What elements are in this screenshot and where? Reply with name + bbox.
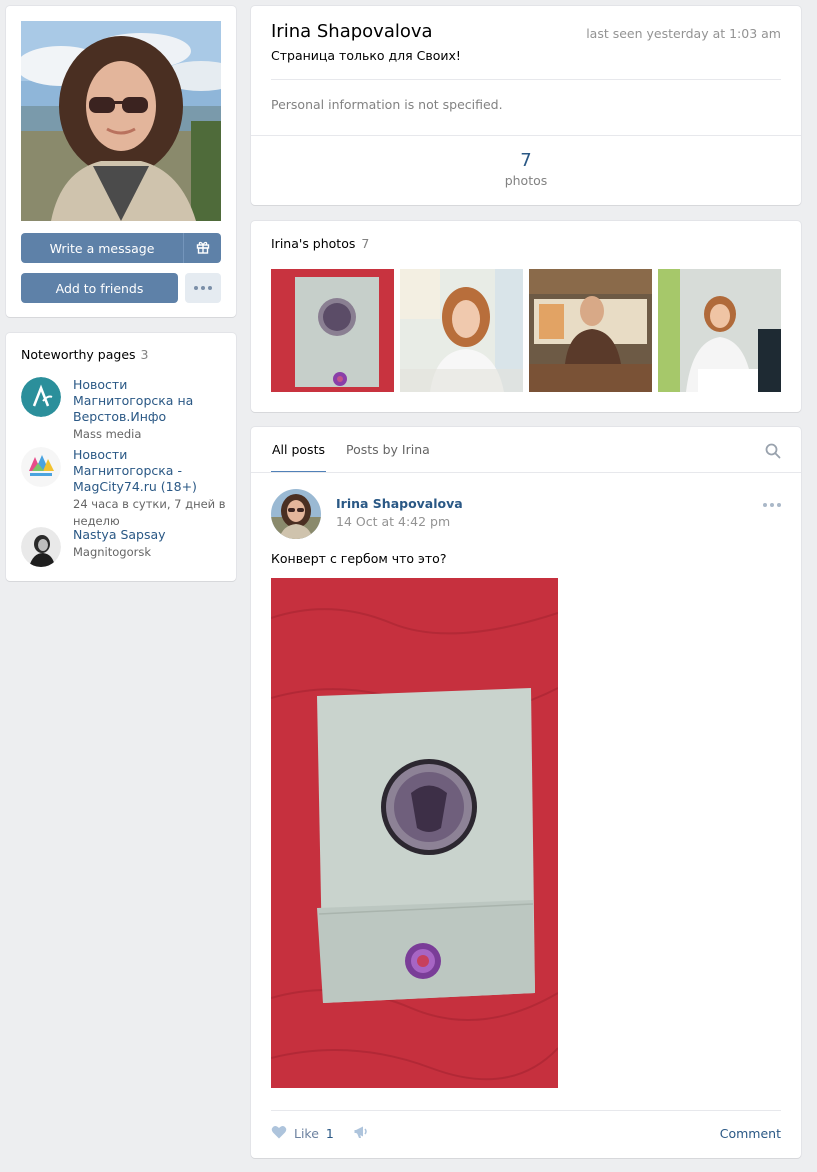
photos-counter-value: 7 — [520, 150, 532, 171]
user-avatar[interactable] — [21, 527, 61, 567]
heart-icon — [271, 1125, 287, 1142]
page-avatar[interactable] — [21, 447, 61, 487]
photos-count: 7 — [361, 236, 370, 251]
wall-tabs: All posts Posts by Irina — [271, 427, 450, 473]
like-label: Like — [294, 1126, 319, 1141]
page-subtitle: Mass media — [73, 427, 142, 441]
photos-counter-label: photos — [504, 173, 548, 188]
search-icon[interactable] — [765, 443, 781, 462]
megaphone-icon — [354, 1126, 370, 1142]
profile-photo[interactable] — [21, 21, 221, 221]
like-button[interactable]: Like 1 — [271, 1125, 334, 1142]
noteworthy-pages-card: Noteworthy pages 3 Новости Магнитогорска … — [6, 333, 236, 581]
divider — [251, 135, 801, 136]
post-author-name[interactable]: Irina Shapovalova — [336, 496, 463, 511]
photos-title: Irina's photos — [271, 236, 356, 251]
photos-card: Irina's photos 7 — [251, 221, 801, 412]
tab-posts-by-owner[interactable]: Posts by Irina — [346, 427, 430, 473]
divider — [271, 1110, 781, 1111]
photo-thumbnail[interactable] — [400, 269, 523, 392]
divider — [251, 472, 801, 473]
page-name[interactable]: Nastya Sapsay — [73, 527, 228, 543]
photo-thumbnail[interactable] — [529, 269, 652, 392]
post-actions: Like 1 Comment — [271, 1125, 781, 1142]
profile-name: Irina Shapovalova — [271, 21, 433, 42]
last-seen: last seen yesterday at 1:03 am — [586, 26, 781, 41]
wall-card: All posts Posts by Irina Irina Shapovalo… — [251, 427, 801, 1158]
ellipsis-icon — [194, 286, 212, 290]
divider — [271, 79, 781, 80]
page-name[interactable]: Новости Магнитогорска на Верстов.Инфо — [73, 377, 228, 425]
noteworthy-item[interactable]: Новости Магнитогорска - MagCity74.ru (18… — [21, 447, 228, 528]
noteworthy-title: Noteworthy pages — [21, 347, 136, 362]
post-text: Конверт с гербом что это? — [271, 551, 447, 566]
noteworthy-header[interactable]: Noteworthy pages 3 — [21, 347, 148, 362]
page-subtitle: Magnitogorsk — [73, 545, 152, 559]
send-gift-button[interactable] — [183, 233, 221, 263]
write-message-button[interactable]: Write a message — [21, 233, 183, 263]
add-to-friends-button[interactable]: Add to friends — [21, 273, 178, 303]
comment-button[interactable]: Comment — [720, 1126, 781, 1141]
noteworthy-count: 3 — [140, 347, 149, 362]
profile-status: Страница только для Своих! — [271, 48, 461, 63]
post-author-avatar[interactable] — [271, 489, 321, 539]
write-message-label: Write a message — [49, 240, 155, 256]
add-to-friends-label: Add to friends — [55, 280, 144, 296]
post-menu-button[interactable] — [763, 503, 781, 507]
gift-icon — [196, 240, 210, 257]
share-button[interactable] — [354, 1125, 370, 1142]
photo-thumbnail[interactable] — [271, 269, 394, 392]
noteworthy-item[interactable]: Новости Магнитогорска на Верстов.Инфо Ma… — [21, 377, 228, 441]
tab-all-posts[interactable]: All posts — [271, 427, 326, 473]
personal-info-empty: Personal information is not specified. — [271, 97, 503, 112]
noteworthy-item[interactable]: Nastya Sapsay Magnitogorsk — [21, 527, 226, 567]
photos-header[interactable]: Irina's photos 7 — [271, 236, 369, 251]
photo-thumbnail[interactable] — [658, 269, 781, 392]
post-image[interactable] — [271, 578, 558, 1088]
page-name[interactable]: Новости Магнитогорска - MagCity74.ru (18… — [73, 447, 228, 495]
like-count: 1 — [325, 1126, 334, 1141]
photos-counter[interactable]: 7 photos — [251, 150, 801, 188]
post-date[interactable]: 14 Oct at 4:42 pm — [336, 514, 450, 529]
photo-strip — [271, 269, 781, 392]
more-actions-button[interactable] — [185, 273, 221, 303]
page-subtitle: 24 часа в сутки, 7 дней в неделю — [73, 497, 226, 528]
profile-info-card: Irina Shapovalova last seen yesterday at… — [251, 6, 801, 205]
page-avatar[interactable] — [21, 377, 61, 417]
ellipsis-icon — [763, 503, 781, 507]
profile-card: Write a message Add to friends — [6, 6, 236, 317]
